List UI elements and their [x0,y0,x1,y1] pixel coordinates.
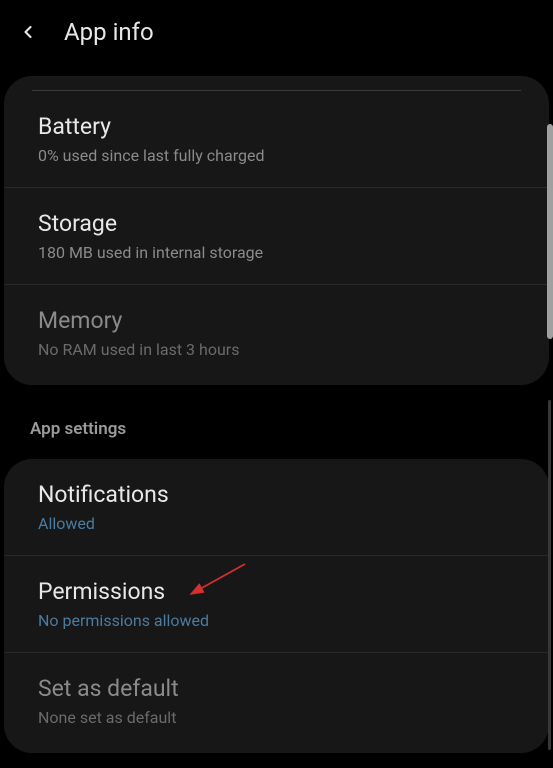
memory-row[interactable]: Memory No RAM used in last 3 hours [4,285,549,385]
memory-title: Memory [38,307,519,334]
app-settings-card: Notifications Allowed Permissions No per… [4,459,549,753]
memory-subtitle: No RAM used in last 3 hours [38,340,519,359]
notifications-subtitle: Allowed [38,514,519,533]
back-icon[interactable] [14,18,42,46]
notifications-row[interactable]: Notifications Allowed [4,459,549,556]
scrollbar-thumb[interactable] [547,124,553,339]
storage-row[interactable]: Storage 180 MB used in internal storage [4,188,549,285]
permissions-subtitle: No permissions allowed [38,611,519,630]
storage-subtitle: 180 MB used in internal storage [38,243,519,262]
header-bar: App info [0,0,553,64]
permissions-row[interactable]: Permissions No permissions allowed [4,556,549,653]
app-settings-header: App settings [0,397,553,447]
battery-row[interactable]: Battery 0% used since last fully charged [4,91,549,188]
battery-subtitle: 0% used since last fully charged [38,146,519,165]
battery-title: Battery [38,113,519,140]
usage-card: Battery 0% used since last fully charged… [4,76,549,385]
set-default-row[interactable]: Set as default None set as default [4,653,549,753]
set-default-subtitle: None set as default [38,708,519,727]
set-default-title: Set as default [38,675,519,702]
permissions-title: Permissions [38,578,519,605]
notifications-title: Notifications [38,481,519,508]
storage-title: Storage [38,210,519,237]
scrollbar-track [548,400,551,750]
page-title: App info [64,18,154,46]
